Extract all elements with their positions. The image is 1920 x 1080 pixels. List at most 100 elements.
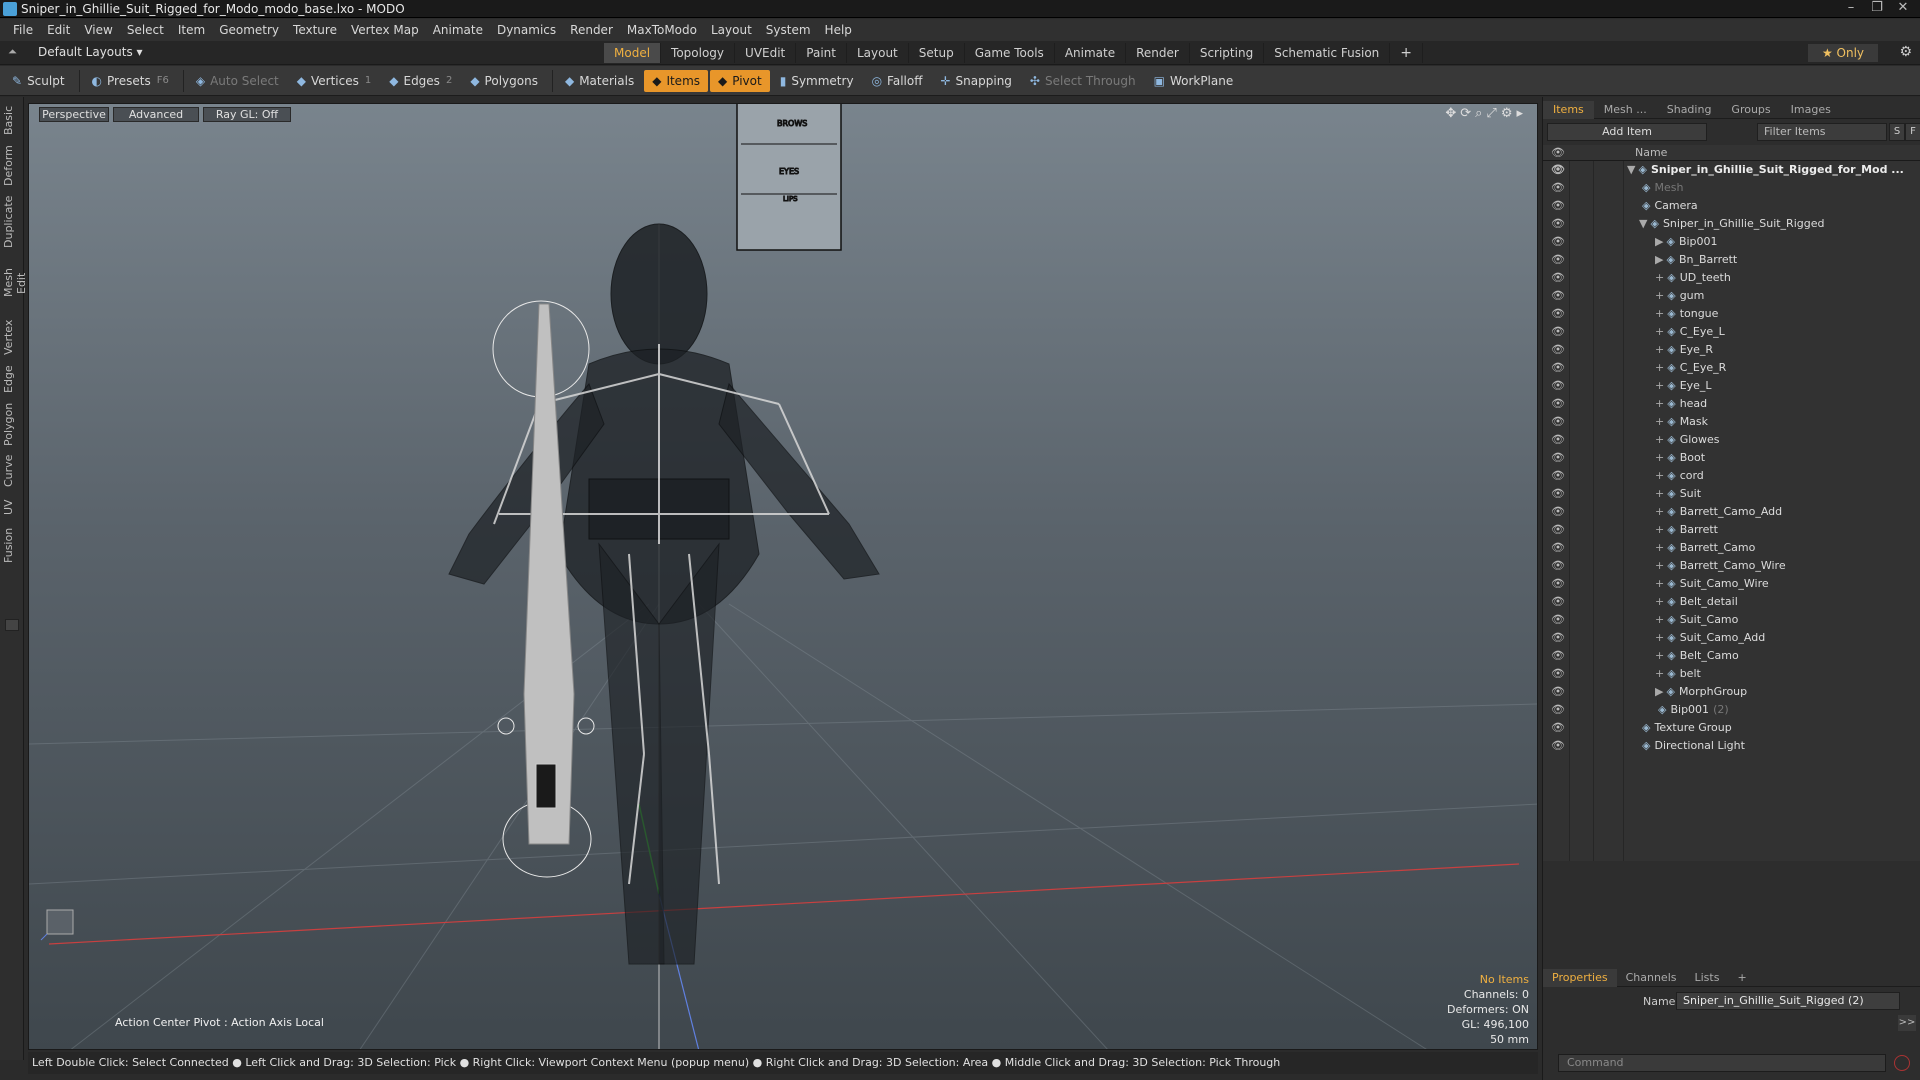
expand-toggle-icon[interactable]: + <box>1655 505 1664 518</box>
tab-render[interactable]: Render <box>1126 43 1190 63</box>
tree-row[interactable]: 👁 + ◈ Suit_Camo <box>1543 611 1920 629</box>
menu-system[interactable]: System <box>759 23 818 37</box>
eye-icon[interactable]: 👁 <box>1551 359 1565 377</box>
tab-setup[interactable]: Setup <box>909 43 965 63</box>
eye-icon[interactable]: 👁 <box>1551 341 1565 359</box>
minimize-icon[interactable]: – <box>1838 0 1864 16</box>
eye-icon[interactable]: 👁 <box>1551 557 1565 575</box>
menu-layout[interactable]: Layout <box>704 23 759 37</box>
expand-toggle-icon[interactable]: + <box>1655 541 1664 554</box>
expand-toggle-icon[interactable]: ▶ <box>1655 253 1663 266</box>
perspective-dropdown[interactable]: Perspective <box>39 107 109 122</box>
eye-icon[interactable]: 👁 <box>1551 503 1565 521</box>
expand-toggle-icon[interactable]: + <box>1655 451 1664 464</box>
eye-icon[interactable]: 👁 <box>1551 233 1565 251</box>
tab-scripting[interactable]: Scripting <box>1190 43 1265 63</box>
tab-model[interactable]: Model <box>604 43 662 63</box>
tree-row[interactable]: 👁 + ◈ tongue <box>1543 305 1920 323</box>
maximize-icon[interactable]: ❐ <box>1864 0 1890 16</box>
expand-toggle-icon[interactable]: ▶ <box>1655 685 1663 698</box>
expand-toggle-icon[interactable]: + <box>1655 469 1664 482</box>
expand-toggle-icon[interactable]: + <box>1655 649 1664 662</box>
eye-icon[interactable]: 👁 <box>1551 179 1565 197</box>
tree-row[interactable]: 👁 + ◈ Suit_Camo_Wire <box>1543 575 1920 593</box>
eye-icon[interactable]: 👁 <box>1551 575 1565 593</box>
tree-row[interactable]: 👁 + ◈ Eye_L <box>1543 377 1920 395</box>
menu-animate[interactable]: Animate <box>426 23 490 37</box>
tab-paint[interactable]: Paint <box>796 43 847 63</box>
default-layouts-dropdown[interactable]: Default Layouts ▾ <box>38 45 143 59</box>
tree-row[interactable]: 👁 ▼ ◈ Sniper_in_Ghillie_Suit_Rigged_for_Mod… <box>1543 161 1920 179</box>
expand-toggle-icon[interactable]: + <box>1655 667 1664 680</box>
expand-toggle-icon[interactable]: + <box>1655 361 1664 374</box>
expand-toggle-icon[interactable]: ▼ <box>1627 163 1635 176</box>
menu-edit[interactable]: Edit <box>40 23 77 37</box>
eye-icon[interactable]: 👁 <box>1551 197 1565 215</box>
expand-toggle-icon[interactable]: ▼ <box>1639 217 1647 230</box>
raygl-dropdown[interactable]: Ray GL: Off <box>203 107 291 122</box>
filter-items-input[interactable]: Filter Items <box>1757 123 1887 141</box>
eye-icon[interactable]: 👁 <box>1551 701 1565 719</box>
expand-toggle-icon[interactable]: + <box>1655 325 1664 338</box>
panel-toggle[interactable] <box>5 619 19 631</box>
tab-properties[interactable]: Properties <box>1543 968 1617 987</box>
menu-texture[interactable]: Texture <box>286 23 344 37</box>
tab-fusion[interactable]: Fusion <box>2 525 22 565</box>
expand-toggle-icon[interactable]: + <box>1655 289 1664 302</box>
select-through-button[interactable]: ✣ Select Through <box>1022 70 1144 92</box>
eye-icon[interactable]: 👁 <box>1551 611 1565 629</box>
command-record-icon[interactable] <box>1894 1055 1910 1071</box>
tree-row[interactable]: 👁 + ◈ cord <box>1543 467 1920 485</box>
eye-icon[interactable]: 👁 <box>1551 683 1565 701</box>
layout-collapse-icon[interactable]: ⏶ <box>8 45 17 59</box>
sculpt-button[interactable]: ✎ Sculpt <box>4 70 73 92</box>
f-button[interactable]: F <box>1905 123 1920 141</box>
tab-schematic-fusion[interactable]: Schematic Fusion <box>1264 43 1391 63</box>
eye-icon[interactable]: 👁 <box>1551 413 1565 431</box>
tree-row[interactable]: 👁 ▼ ◈ Sniper_in_Ghillie_Suit_Rigged <box>1543 215 1920 233</box>
polygons-button[interactable]: ◆ Polygons <box>462 70 546 92</box>
expand-toggle-icon[interactable]: + <box>1655 343 1664 356</box>
scene-render[interactable]: BROWS EYES LIPS <box>29 104 1538 1050</box>
tab-shading[interactable]: Shading <box>1657 101 1722 119</box>
tab-groups[interactable]: Groups <box>1721 101 1780 119</box>
presets-button[interactable]: ◐ Presets F6 <box>84 70 177 92</box>
tree-row[interactable]: 👁 + ◈ C_Eye_R <box>1543 359 1920 377</box>
tree-row[interactable]: 👁 + ◈ UD_teeth <box>1543 269 1920 287</box>
eye-icon[interactable]: 👁 <box>1551 665 1565 683</box>
expand-toggle-icon[interactable]: + <box>1655 379 1664 392</box>
tab-mesh[interactable]: Mesh ... <box>1594 101 1657 119</box>
eye-icon[interactable]: 👁 <box>1551 215 1565 233</box>
tree-row[interactable]: 👁 + ◈ gum <box>1543 287 1920 305</box>
rotate-icon[interactable]: ⟳ <box>1460 106 1471 121</box>
menu-file[interactable]: File <box>6 23 40 37</box>
menu-dynamics[interactable]: Dynamics <box>490 23 563 37</box>
menu-select[interactable]: Select <box>120 23 171 37</box>
edges-button[interactable]: ◆ Edges 2 <box>381 70 460 92</box>
materials-button[interactable]: ◆ Materials <box>557 70 642 92</box>
tab-items[interactable]: Items <box>1543 100 1594 119</box>
command-input[interactable]: Command <box>1558 1054 1886 1072</box>
eye-icon[interactable]: 👁 <box>1551 449 1565 467</box>
eye-icon[interactable]: 👁 <box>1551 161 1565 179</box>
tree-row[interactable]: 👁 + ◈ C_Eye_L <box>1543 323 1920 341</box>
tree-row[interactable]: 👁 + ◈ Barrett_Camo_Add <box>1543 503 1920 521</box>
expand-toggle-icon[interactable]: + <box>1655 559 1664 572</box>
falloff-button[interactable]: ◎ Falloff <box>864 70 931 92</box>
tree-row[interactable]: 👁 ▶ ◈ Bn_Barrett <box>1543 251 1920 269</box>
eye-icon[interactable]: 👁 <box>1551 251 1565 269</box>
s-button[interactable]: S <box>1889 123 1905 141</box>
tree-row[interactable]: 👁 + ◈ Suit_Camo_Add <box>1543 629 1920 647</box>
menu-item[interactable]: Item <box>171 23 212 37</box>
expand-toggle-icon[interactable]: + <box>1655 433 1664 446</box>
expand-toggle-icon[interactable]: + <box>1655 613 1664 626</box>
name-column-header[interactable]: Name <box>1635 146 1667 159</box>
menu-vertex-map[interactable]: Vertex Map <box>344 23 426 37</box>
tree-row[interactable]: 👁 ◈ Texture Group <box>1543 719 1920 737</box>
tree-row[interactable]: 👁 + ◈ Eye_R <box>1543 341 1920 359</box>
add-item-button[interactable]: Add Item <box>1547 123 1707 141</box>
add-tab-button[interactable]: + <box>1390 43 1424 63</box>
tab-game-tools[interactable]: Game Tools <box>965 43 1055 63</box>
tab-basic[interactable]: Basic <box>2 103 22 137</box>
fit-icon[interactable]: ⤢ <box>1486 106 1496 121</box>
